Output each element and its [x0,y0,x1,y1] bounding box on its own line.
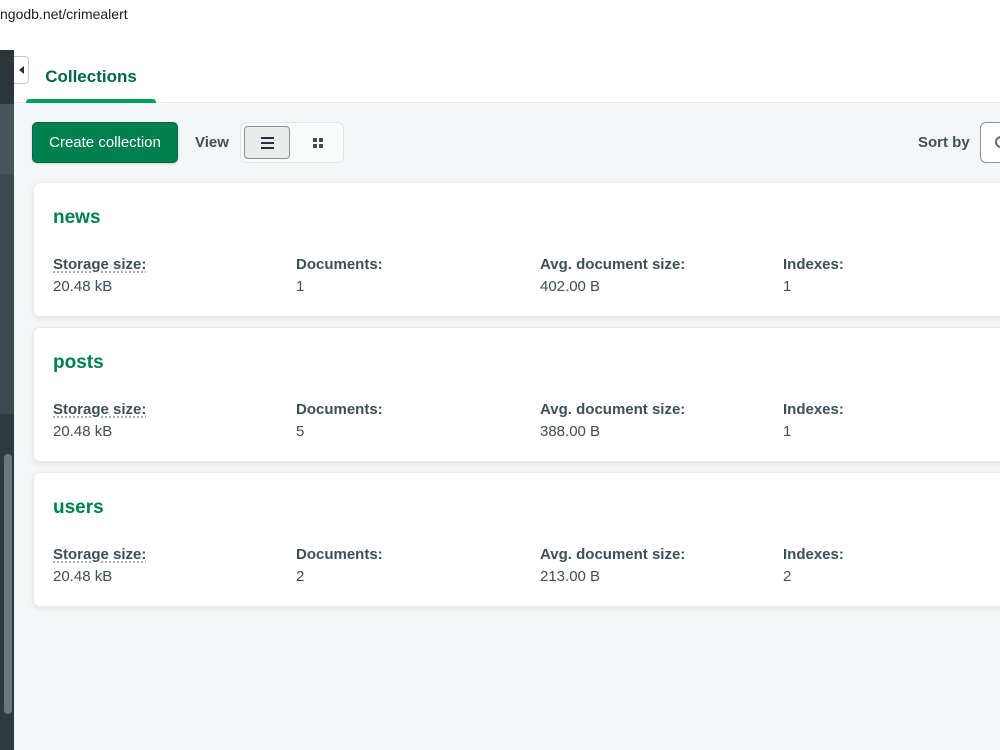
storage-size-stat: Storage size: 20.48 kB [53,546,146,585]
grid-view-button[interactable] [295,126,341,159]
list-icon [260,136,274,149]
avg-doc-size-value: 213.00 B [540,568,601,585]
sidebar-section [0,50,14,104]
caret-left-icon [18,66,24,74]
view-toggle [240,122,344,163]
sidebar-section [0,174,14,414]
indexes-label: Indexes: [783,546,844,563]
collection-card-news[interactable]: news Storage size: 20.48 kB Documents: 1… [33,182,1000,317]
url-text[interactable]: ngodb.net/crimealert [0,6,128,22]
storage-size-value: 20.48 kB [53,568,113,585]
avg-doc-size-label: Avg. document size: [540,546,686,563]
tab-bar: Collections [14,50,1000,103]
avg-doc-size-value: 402.00 B [540,278,601,295]
view-label: View [195,134,229,151]
sidebar-section [0,104,14,174]
documents-value: 1 [296,278,305,295]
documents-label: Documents: [296,546,383,563]
storage-size-label[interactable]: Storage size: [53,256,146,275]
avg-doc-size-stat: Avg. document size: 213.00 B [540,546,685,585]
indexes-value: 1 [783,278,792,295]
indexes-value: 2 [783,568,792,585]
sort-select[interactable] [980,122,1000,163]
documents-stat: Documents: 1 [296,256,383,295]
list-view-button[interactable] [244,126,290,159]
indexes-stat: Indexes: 1 [783,401,844,440]
storage-size-label[interactable]: Storage size: [53,401,146,420]
sort-label: Sort by [918,134,970,151]
avg-doc-size-value: 388.00 B [540,423,601,440]
avg-doc-size-label: Avg. document size: [540,256,686,273]
create-collection-button[interactable]: Create collection [32,122,178,163]
collection-name[interactable]: posts [53,352,104,374]
indexes-label: Indexes: [783,256,844,273]
documents-value: 5 [296,423,305,440]
indexes-value: 1 [783,423,792,440]
avg-doc-size-stat: Avg. document size: 388.00 B [540,401,685,440]
collection-card-posts[interactable]: posts Storage size: 20.48 kB Documents: … [33,327,1000,462]
sidebar [0,50,14,750]
documents-value: 2 [296,568,305,585]
sidebar-collapse-button[interactable] [14,56,29,84]
collection-name[interactable]: users [53,497,104,519]
collections-toolbar: Create collection View Sort by [14,103,1000,183]
collections-panel: Create collection View Sort by news Stor… [14,103,1000,750]
indexes-label: Indexes: [783,401,844,418]
storage-size-stat: Storage size: 20.48 kB [53,401,146,440]
grid-icon [313,137,323,148]
documents-stat: Documents: 5 [296,401,383,440]
indexes-stat: Indexes: 2 [783,546,844,585]
tab-collections[interactable]: Collections [26,50,156,103]
indexes-stat: Indexes: 1 [783,256,844,295]
collection-name[interactable]: news [53,207,101,229]
documents-label: Documents: [296,256,383,273]
sidebar-scrollbar[interactable] [4,454,12,714]
storage-size-value: 20.48 kB [53,278,113,295]
storage-size-value: 20.48 kB [53,423,113,440]
documents-label: Documents: [296,401,383,418]
collection-card-users[interactable]: users Storage size: 20.48 kB Documents: … [33,472,1000,607]
documents-stat: Documents: 2 [296,546,383,585]
tab-label: Collections [45,66,137,86]
storage-size-label[interactable]: Storage size: [53,546,146,565]
browser-address-bar: ngodb.net/crimealert [0,0,1000,50]
avg-doc-size-label: Avg. document size: [540,401,686,418]
storage-size-stat: Storage size: 20.48 kB [53,256,146,295]
sort-icon [995,136,1000,148]
avg-doc-size-stat: Avg. document size: 402.00 B [540,256,685,295]
